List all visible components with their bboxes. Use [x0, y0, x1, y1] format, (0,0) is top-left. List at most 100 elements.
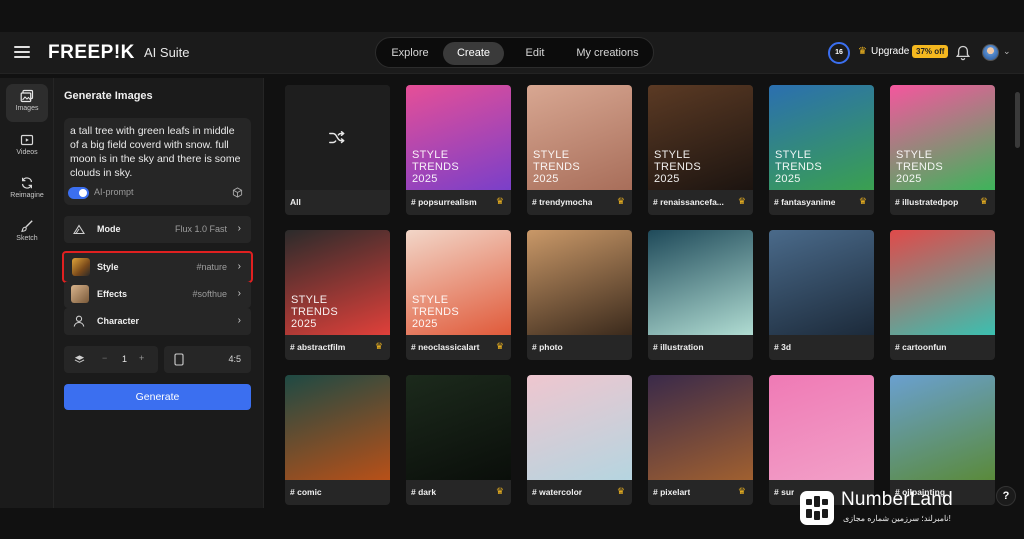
tab-edit[interactable]: Edit	[514, 42, 556, 65]
prompt-input[interactable]: a tall tree with green leafs in middle o…	[70, 124, 246, 180]
ratio-icon	[174, 353, 184, 366]
row-value: #softhue	[192, 289, 227, 299]
style-card[interactable]: # 3d	[769, 230, 874, 360]
decrement-button[interactable]: −	[102, 353, 107, 363]
crown-icon: ♛	[858, 46, 867, 57]
style-card-label: # 3d	[774, 342, 792, 352]
style-preview-image	[890, 375, 995, 480]
credits-counter[interactable]: 16	[828, 42, 850, 64]
row-value: #nature	[196, 262, 227, 272]
effects-row[interactable]: Effects #softhue ›	[64, 281, 251, 308]
freepik-logo[interactable]: FREEP!K	[48, 42, 135, 64]
style-card[interactable]: All	[285, 85, 390, 215]
scrollbar[interactable]	[1015, 92, 1020, 148]
style-card[interactable]: STYLE TRENDS 2025 # illustratedpop ♛	[890, 85, 995, 215]
count-value: 1	[122, 354, 128, 364]
row-label: Mode	[97, 224, 121, 234]
main-nav: Explore Create Edit My creations	[375, 37, 654, 68]
style-preview-image	[769, 230, 874, 335]
style-card-label: # illustratedpop	[895, 197, 959, 207]
style-card-label: # fantasyanime	[774, 197, 836, 207]
style-row[interactable]: Style #nature ›	[62, 251, 253, 283]
chevron-right-icon: ›	[237, 261, 241, 272]
rail-item-videos[interactable]: Videos	[6, 128, 48, 166]
crown-icon: ♛	[737, 196, 746, 206]
upgrade-button[interactable]: ♛ Upgrade	[858, 46, 909, 57]
generate-button[interactable]: Generate	[64, 384, 251, 410]
style-card[interactable]: # photo	[527, 230, 632, 360]
rail-item-reimagine[interactable]: Reimagine	[6, 171, 48, 209]
help-button[interactable]: ?	[996, 486, 1016, 506]
style-card-label: # comic	[290, 487, 322, 497]
numberland-logo-icon	[800, 491, 834, 525]
style-trends-badge: STYLE TRENDS 2025	[291, 294, 339, 330]
style-preview-image	[285, 375, 390, 480]
watermark-title: NumberLand	[841, 489, 953, 510]
row-value: Flux 1.0 Fast	[174, 224, 227, 234]
style-card-label: # dark	[411, 487, 437, 497]
style-card[interactable]: STYLE TRENDS 2025 # popsurrealism ♛	[406, 85, 511, 215]
avatar[interactable]	[982, 44, 999, 61]
style-trends-badge: STYLE TRENDS 2025	[896, 149, 944, 185]
rail-item-images[interactable]: Images	[6, 84, 48, 122]
style-trends-badge: STYLE TRENDS 2025	[654, 149, 702, 185]
rail-item-sketch[interactable]: Sketch	[6, 214, 48, 252]
style-card[interactable]: # illustration	[648, 230, 753, 360]
style-card[interactable]: # comic	[285, 375, 390, 505]
crown-icon: ♛	[616, 196, 625, 206]
style-card[interactable]: # watercolor ♛	[527, 375, 632, 505]
row-label: Character	[97, 316, 140, 326]
style-card-label: # sur	[774, 487, 795, 497]
row-label: Style	[97, 262, 119, 272]
style-card-label: All	[290, 197, 301, 207]
style-card[interactable]: STYLE TRENDS 2025 # renaissancefa... ♛	[648, 85, 753, 215]
tab-create[interactable]: Create	[443, 42, 504, 65]
ai-prompt-toggle[interactable]	[68, 187, 89, 199]
discount-badge[interactable]: 37% off	[912, 45, 949, 58]
style-preview-image	[527, 230, 632, 335]
style-card-label: # abstractfilm	[290, 342, 346, 352]
numberland-watermark: NumberLand نامبرلند؛ سرزمین شماره مجازی!	[797, 486, 987, 530]
crown-icon: ♛	[737, 486, 746, 496]
mode-row[interactable]: Mode Flux 1.0 Fast ›	[64, 216, 251, 243]
style-card-label: # popsurrealism	[411, 197, 477, 207]
tab-explore[interactable]: Explore	[384, 42, 436, 65]
style-card[interactable]: # dark ♛	[406, 375, 511, 505]
menu-icon[interactable]	[14, 46, 30, 58]
increment-button[interactable]: +	[139, 353, 144, 363]
mode-icon	[73, 224, 85, 235]
rail-label: Images	[15, 105, 39, 112]
watermark-subtitle: نامبرلند؛ سرزمین شماره مجازی!	[843, 514, 951, 523]
image-count-control: − 1 +	[64, 346, 158, 373]
style-thumbnail	[72, 258, 90, 276]
style-card[interactable]: STYLE TRENDS 2025 # fantasyanime ♛	[769, 85, 874, 215]
crown-icon: ♛	[495, 341, 504, 351]
tab-my-creations[interactable]: My creations	[568, 42, 647, 65]
character-row[interactable]: Character ›	[64, 308, 251, 335]
reimagine-icon	[21, 177, 33, 189]
style-card[interactable]: STYLE TRENDS 2025 # trendymocha ♛	[527, 85, 632, 215]
style-card[interactable]: # cartoonfun	[890, 230, 995, 360]
aspect-ratio-selector[interactable]: 4:5	[164, 346, 251, 373]
cube-icon[interactable]	[232, 187, 243, 198]
style-preview-image	[527, 375, 632, 480]
prompt-box[interactable]: a tall tree with green leafs in middle o…	[64, 118, 251, 205]
shuffle-icon	[329, 130, 345, 144]
chevron-right-icon: ›	[237, 315, 241, 326]
style-card-label: # pixelart	[653, 487, 691, 497]
style-card[interactable]: STYLE TRENDS 2025 # abstractfilm ♛	[285, 230, 390, 360]
ai-prompt-label: AI-prompt	[94, 187, 134, 197]
bell-icon[interactable]	[956, 45, 970, 61]
image-icon	[20, 89, 34, 103]
style-card-label: # neoclassicalart	[411, 342, 480, 352]
style-trends-badge: STYLE TRENDS 2025	[533, 149, 581, 185]
style-preview-image	[648, 230, 753, 335]
style-card[interactable]: STYLE TRENDS 2025 # neoclassicalart ♛	[406, 230, 511, 360]
tool-rail: Images Videos Reimagine Sketch	[0, 78, 54, 508]
style-card-label: # watercolor	[532, 487, 583, 497]
style-preview-image	[406, 375, 511, 480]
style-preview-image	[769, 375, 874, 480]
style-card[interactable]: # pixelart ♛	[648, 375, 753, 505]
chevron-right-icon: ›	[237, 288, 241, 299]
chevron-down-icon[interactable]: ⌄	[1003, 46, 1011, 57]
